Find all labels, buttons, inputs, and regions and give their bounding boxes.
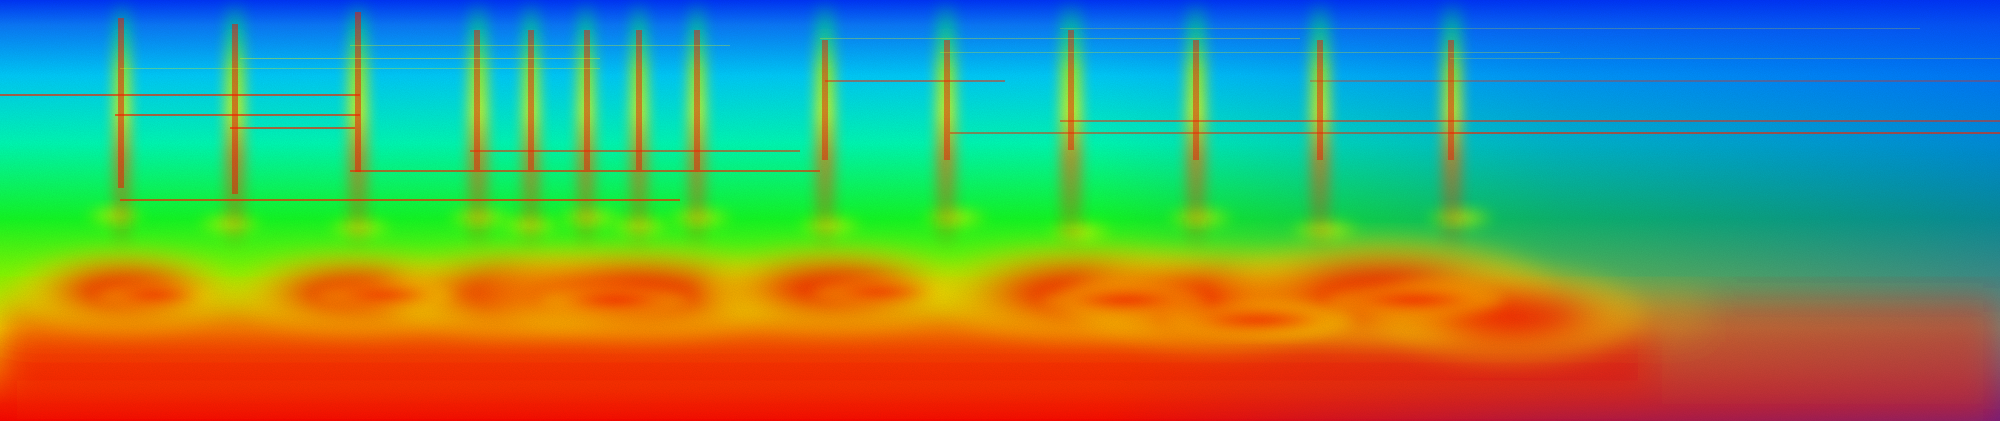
spectrogram-image xyxy=(0,0,2000,421)
spectrogram-view xyxy=(0,0,2000,421)
